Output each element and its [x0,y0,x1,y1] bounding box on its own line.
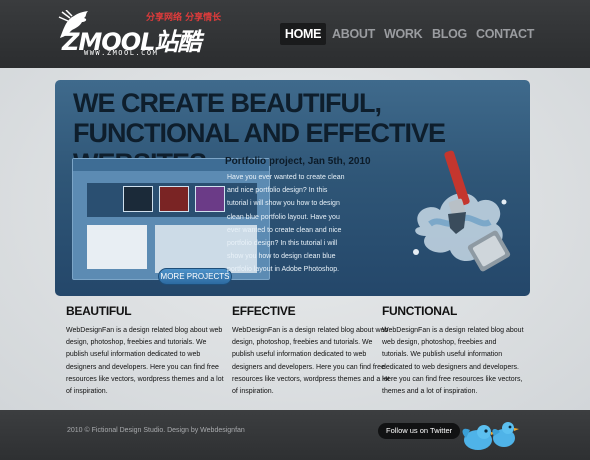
screenshot-thumb [123,186,153,212]
screenshot-thumb [159,186,189,212]
column-heading: EFFECTIVE [232,304,296,318]
column-text: WebDesignFan is a design related blog ab… [382,327,524,396]
site-header: 分享网络 分享情长 ZMOOL站酷 WWW.ZMOOL.COM HOME ABO… [0,0,590,68]
screenshot-thumb [195,186,225,212]
project-title: Portfolio project, Jan 5th, 2010 [225,156,371,167]
feature-column-beautiful: BEAUTIFUL WebDesignFan is a design relat… [66,304,228,398]
twitter-birds-icon[interactable] [458,414,522,456]
paint-brush-splash-icon [413,150,511,272]
screenshot-text-block [87,225,147,269]
feature-column-effective: EFFECTIVE WebDesignFan is a design relat… [232,304,394,398]
nav-about[interactable]: ABOUT [332,23,375,45]
feature-column-functional: FUNCTIONAL WebDesignFan is a design rela… [382,304,524,398]
column-heading: FUNCTIONAL [382,304,457,318]
nav-contact[interactable]: CONTACT [476,23,534,45]
column-text: WebDesignFan is a design related blog ab… [232,327,390,396]
column-heading: BEAUTIFUL [66,304,132,318]
more-projects-button[interactable]: MORE PROJECTS [158,268,232,285]
follow-twitter-button[interactable]: Follow us on Twitter [378,423,461,439]
column-text: WebDesignFan is a design related blog ab… [66,327,224,396]
nav-work[interactable]: WORK [384,23,423,45]
nav-home[interactable]: HOME [280,23,326,45]
hero-banner: WE CREATE BEAUTIFUL, FUNCTIONAL AND EFFE… [55,80,530,296]
nav-blog[interactable]: BLOG [432,23,467,45]
copyright-text: 2010 © Fictional Design Studio. Design b… [67,427,245,434]
site-footer: 2010 © Fictional Design Studio. Design b… [0,410,590,460]
project-description: Have you ever wanted to create clean and… [227,174,345,274]
logo-url: WWW.ZMOOL.COM [84,49,159,57]
site-logo[interactable]: 分享网络 分享情长 ZMOOL站酷 WWW.ZMOOL.COM [58,8,228,60]
